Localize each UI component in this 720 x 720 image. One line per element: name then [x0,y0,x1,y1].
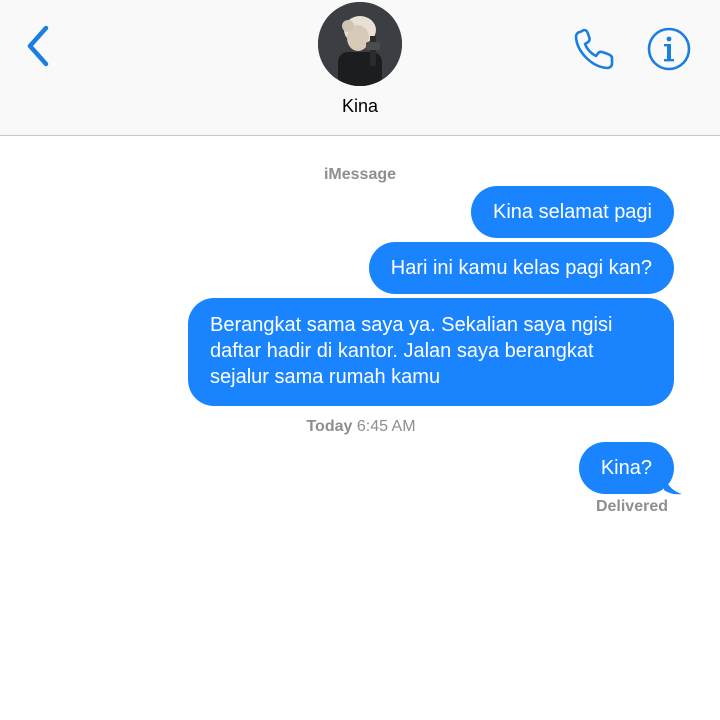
delivery-status: Delivered [595,498,668,515]
conversation-header: Kina [0,0,720,136]
message-text: Kina selamat pagi [493,201,652,223]
message-text: Berangkat sama saya ya. Sekalian saya ng… [210,314,613,388]
info-button[interactable] [646,26,692,72]
timestamp-day: Today [306,418,353,435]
call-button[interactable] [570,24,620,74]
avatar[interactable] [318,2,402,86]
back-button[interactable] [18,22,58,70]
message-text: Hari ini kamu kelas pagi kan? [390,257,652,279]
message-bubble[interactable]: Kina? [578,442,674,494]
message-bubble[interactable]: Kina selamat pagi [471,186,674,238]
phone-icon [574,28,614,70]
service-label: iMessage [323,166,397,183]
message-text: Kina? [600,457,652,479]
message-timestamp: Today 6:45 AM [0,418,720,436]
message-bubble[interactable]: Hari ini kamu kelas pagi kan? [368,242,674,294]
message-bubble[interactable]: Berangkat sama saya ya. Sekalian saya ng… [188,298,674,406]
chevron-left-icon [27,25,49,67]
bubble-tail [664,474,682,495]
timestamp-time: 6:45 AM [356,418,416,435]
contact-name[interactable]: Kina [0,96,720,117]
info-icon [647,27,691,71]
contact-photo [318,2,402,86]
